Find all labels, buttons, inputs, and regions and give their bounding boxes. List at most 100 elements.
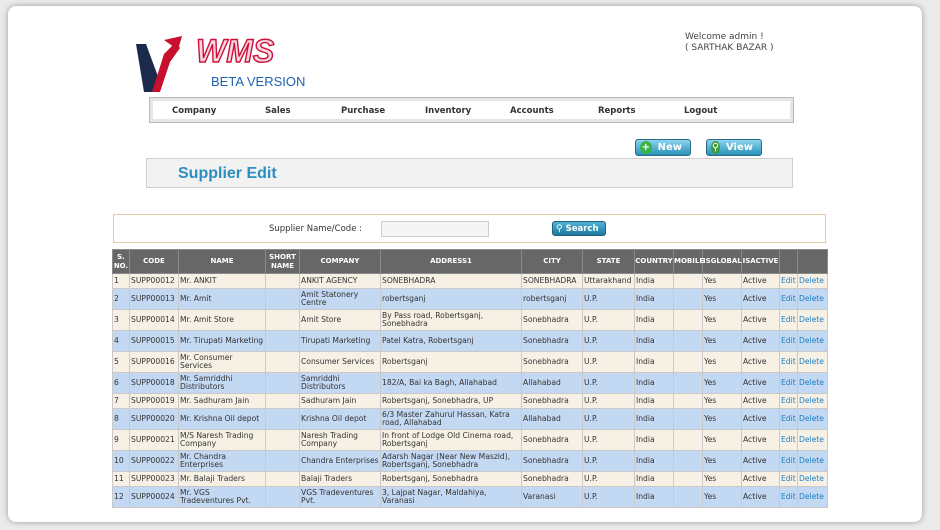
delete-link[interactable]: Delete bbox=[799, 357, 824, 366]
col-header[interactable]: SHORT NAME bbox=[265, 249, 300, 274]
search-label: Supplier Name/Code : bbox=[269, 224, 362, 234]
cell-isactive: Active bbox=[741, 372, 780, 394]
col-header[interactable]: COUNTRY bbox=[634, 249, 674, 274]
search-button[interactable]: ⚲ Search bbox=[552, 221, 606, 236]
table-row: 3 SUPP00014 Mr. Amit Store Amit Store By Pas… bbox=[112, 309, 828, 331]
cell-code: SUPP00018 bbox=[129, 372, 179, 394]
cell-isglobal: Yes bbox=[702, 372, 742, 394]
delete-link[interactable]: Delete bbox=[799, 336, 824, 345]
table-row: 2 SUPP00013 Mr. Amit Amit Statonery Centre r… bbox=[112, 288, 828, 310]
nav-accounts[interactable]: Accounts bbox=[510, 106, 554, 116]
edit-cell: Edit bbox=[779, 273, 798, 289]
edit-link[interactable]: Edit bbox=[781, 474, 796, 483]
delete-link[interactable]: Delete bbox=[799, 435, 824, 444]
cell-sno: 1 bbox=[112, 273, 130, 289]
cell-state: U.P. bbox=[582, 309, 635, 331]
cell-mobile bbox=[673, 372, 703, 394]
col-header[interactable]: COMPANY bbox=[299, 249, 381, 274]
cell-isactive: Active bbox=[741, 273, 780, 289]
cell-mobile bbox=[673, 393, 703, 409]
cell-country: India bbox=[634, 393, 674, 409]
col-header[interactable]: CITY bbox=[521, 249, 583, 274]
cell-code: SUPP00023 bbox=[129, 471, 179, 487]
view-button[interactable]: ⚲ View bbox=[706, 139, 762, 156]
edit-link[interactable]: Edit bbox=[781, 336, 796, 345]
delete-link[interactable]: Delete bbox=[799, 294, 824, 303]
page-title: Supplier Edit bbox=[178, 165, 277, 182]
table-row: 5 SUPP00016 Mr. Consumer Services Consumer … bbox=[112, 351, 828, 373]
delete-link[interactable]: Delete bbox=[799, 378, 824, 387]
cell-mobile bbox=[673, 351, 703, 373]
nav-inventory[interactable]: Inventory bbox=[425, 106, 471, 116]
col-header[interactable]: CODE bbox=[129, 249, 179, 274]
cell-country: India bbox=[634, 429, 674, 451]
cell-address: Patel Katra, Robertsganj bbox=[380, 330, 522, 352]
supplier-search-input[interactable] bbox=[381, 221, 489, 237]
nav-company[interactable]: Company bbox=[172, 106, 216, 116]
edit-cell: Edit bbox=[779, 309, 798, 331]
edit-link[interactable]: Edit bbox=[781, 456, 796, 465]
edit-link[interactable]: Edit bbox=[781, 492, 796, 501]
delete-link[interactable]: Delete bbox=[799, 396, 824, 405]
delete-link[interactable]: Delete bbox=[799, 474, 824, 483]
cell-mobile bbox=[673, 471, 703, 487]
cell-isglobal: Yes bbox=[702, 351, 742, 373]
cell-sno: 5 bbox=[112, 351, 130, 373]
col-header[interactable]: NAME bbox=[178, 249, 266, 274]
cell-mobile bbox=[673, 429, 703, 451]
col-header[interactable]: ISGLOBAL bbox=[702, 249, 742, 274]
table-row: 8 SUPP00020 Mr. Krishna Oil depot Krishna O… bbox=[112, 408, 828, 430]
cell-isglobal: Yes bbox=[702, 273, 742, 289]
edit-link[interactable]: Edit bbox=[781, 315, 796, 324]
edit-link[interactable]: Edit bbox=[781, 396, 796, 405]
delete-cell: Delete bbox=[797, 450, 828, 472]
cell-country: India bbox=[634, 309, 674, 331]
col-header[interactable]: ADDRESS1 bbox=[380, 249, 522, 274]
search-button-label: Search bbox=[565, 223, 599, 234]
cell-address: Robertsganj, Sonebhadra bbox=[380, 471, 522, 487]
delete-link[interactable]: Delete bbox=[799, 276, 824, 285]
cell-sno: 3 bbox=[112, 309, 130, 331]
cell-address: Robertsganj, Sonebhadra, UP bbox=[380, 393, 522, 409]
nav-purchase[interactable]: Purchase bbox=[341, 106, 385, 116]
add-icon: + bbox=[640, 141, 652, 154]
col-header[interactable]: S. NO. bbox=[112, 249, 130, 274]
table-row: 11 SUPP00023 Mr. Balaji Traders Balaji Trad… bbox=[112, 471, 828, 487]
edit-link[interactable]: Edit bbox=[781, 357, 796, 366]
cell-isactive: Active bbox=[741, 486, 780, 508]
nav-sales[interactable]: Sales bbox=[265, 106, 291, 116]
delete-link[interactable]: Delete bbox=[799, 414, 824, 423]
edit-link[interactable]: Edit bbox=[781, 276, 796, 285]
col-header[interactable]: MOBILE bbox=[673, 249, 704, 274]
cell-name: Mr. Consumer Services bbox=[178, 351, 266, 373]
edit-cell: Edit bbox=[779, 408, 798, 430]
cell-company: Samriddhi Distributors bbox=[299, 372, 381, 394]
delete-cell: Delete bbox=[797, 471, 828, 487]
nav-reports[interactable]: Reports bbox=[598, 106, 636, 116]
cell-isactive: Active bbox=[741, 408, 780, 430]
delete-link[interactable]: Delete bbox=[799, 492, 824, 501]
table-header-row: S. NO. CODE NAME SHORT NAME COMPANY ADDR… bbox=[112, 249, 828, 274]
edit-link[interactable]: Edit bbox=[781, 435, 796, 444]
cell-sno: 8 bbox=[112, 408, 130, 430]
cell-address: robertsganj bbox=[380, 288, 522, 310]
edit-link[interactable]: Edit bbox=[781, 378, 796, 387]
col-header[interactable]: ISACTIVE bbox=[741, 249, 780, 274]
col-header bbox=[779, 249, 798, 274]
cell-country: India bbox=[634, 288, 674, 310]
cell-state: Uttarakhand bbox=[582, 273, 635, 289]
cell-state: U.P. bbox=[582, 408, 635, 430]
cell-short bbox=[265, 330, 300, 352]
edit-link[interactable]: Edit bbox=[781, 294, 796, 303]
edit-link[interactable]: Edit bbox=[781, 414, 796, 423]
table-row: 1 SUPP00012 Mr. ANKIT ANKIT AGENCY SONEBHADR… bbox=[112, 273, 828, 289]
cell-isglobal: Yes bbox=[702, 330, 742, 352]
delete-link[interactable]: Delete bbox=[799, 456, 824, 465]
col-header[interactable]: STATE bbox=[582, 249, 635, 274]
delete-link[interactable]: Delete bbox=[799, 315, 824, 324]
cell-code: SUPP00015 bbox=[129, 330, 179, 352]
col-header bbox=[797, 249, 828, 274]
nav-logout[interactable]: Logout bbox=[684, 106, 717, 116]
cell-company: Sadhuram Jain bbox=[299, 393, 381, 409]
new-button[interactable]: + New bbox=[635, 139, 691, 156]
